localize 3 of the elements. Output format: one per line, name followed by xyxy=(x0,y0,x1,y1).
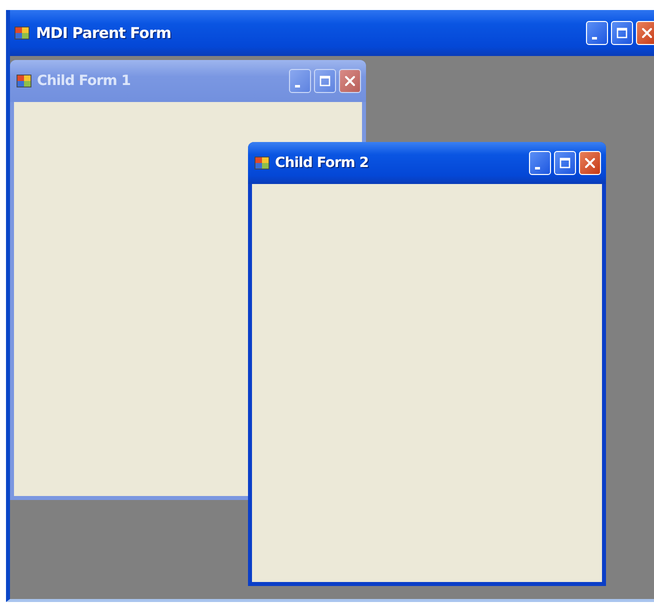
window-title: MDI Parent Form xyxy=(36,24,172,42)
window-title: Child Form 2 xyxy=(275,155,368,171)
window-title: Child Form 1 xyxy=(37,73,130,89)
